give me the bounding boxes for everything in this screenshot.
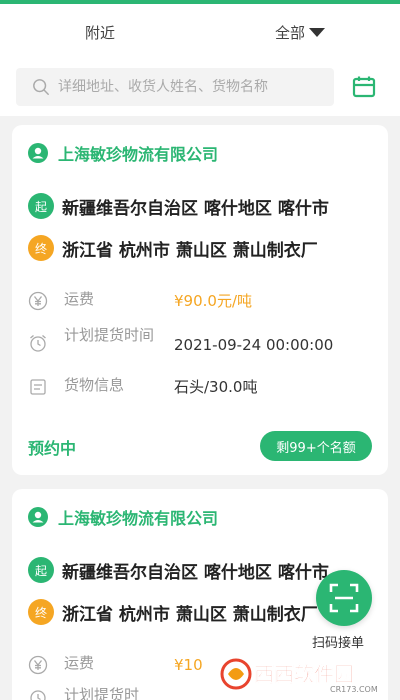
person-icon (28, 507, 48, 527)
person-icon (28, 143, 48, 163)
search-icon (33, 79, 49, 95)
freight-row: 运费 ¥10 (28, 653, 203, 677)
freight-row: 运费 ¥90.0元/吨 (28, 289, 252, 313)
tab-all[interactable]: 全部 (200, 4, 400, 60)
scan-button[interactable] (316, 570, 372, 626)
tab-nearby-label: 附近 (84, 23, 115, 42)
alarm-clock-icon (30, 335, 46, 352)
scan-icon (329, 583, 359, 613)
goods-row: 货物信息 石头/30.0吨 (28, 375, 257, 399)
start-address: 新疆维吾尔自治区 喀什地区 喀什市 (62, 562, 329, 583)
yen-icon (28, 655, 48, 675)
company-row: 上海敏珍物流有限公司 (28, 505, 218, 529)
company-row: 上海敏珍物流有限公司 (28, 141, 218, 165)
company-name: 上海敏珍物流有限公司 (58, 145, 219, 164)
start-address-row: 起 新疆维吾尔自治区 喀什地区 喀什市 (28, 193, 372, 219)
pickup-row: 计划提货时 (28, 685, 164, 700)
svg-text:西西软件园: 西西软件园 (254, 662, 354, 686)
search-row (0, 60, 400, 116)
pickup-label: 计划提货时 (64, 686, 140, 700)
remaining-slots-badge[interactable]: 剩99+个名额 (260, 431, 372, 461)
pickup-value: 2021-09-24 00:00:00 (174, 336, 334, 354)
status-label: 预约中 (28, 439, 77, 458)
end-badge: 终 (28, 235, 54, 261)
goods-label: 货物信息 (64, 376, 125, 394)
pickup-row: 计划提货时间 2021-09-24 00:00:00 (28, 325, 333, 357)
end-address-row: 终 浙江省 杭州市 萧山区 萧山制衣厂 (28, 235, 372, 261)
freight-value: ¥90.0元/吨 (174, 292, 252, 310)
watermark-logo: 西西软件园 CR173.COM (220, 658, 378, 694)
order-card[interactable]: 上海敏珍物流有限公司 起 新疆维吾尔自治区 喀什地区 喀什市 终 浙江省 杭州市… (12, 125, 388, 475)
svg-text:CR173.COM: CR173.COM (330, 685, 378, 694)
start-address-row: 起 新疆维吾尔自治区 喀什地区 喀什市 (28, 557, 372, 583)
freight-label: 运费 (64, 290, 95, 308)
start-address: 新疆维吾尔自治区 喀什地区 喀什市 (62, 198, 329, 219)
start-badge: 起 (28, 557, 54, 583)
start-badge: 起 (28, 193, 54, 219)
caret-down-icon (309, 27, 325, 37)
tab-all-label: 全部 (274, 23, 305, 42)
alarm-clock-icon (30, 690, 46, 700)
end-address: 浙江省 杭州市 萧山区 萧山制衣厂 (62, 240, 318, 261)
tab-nearby[interactable]: 附近 (0, 4, 200, 60)
freight-value: ¥10 (174, 656, 203, 674)
pickup-label: 计划提货时间 (64, 326, 155, 344)
goods-value: 石头/30.0吨 (174, 378, 258, 396)
search-box[interactable] (16, 68, 334, 106)
yen-icon (28, 291, 48, 311)
search-input[interactable] (58, 79, 308, 95)
scan-label: 扫码接单 (312, 636, 365, 651)
end-address: 浙江省 杭州市 萧山区 萧山制衣厂 (62, 604, 318, 625)
calendar-icon[interactable] (352, 75, 376, 99)
company-name: 上海敏珍物流有限公司 (58, 509, 219, 528)
document-icon (30, 379, 46, 395)
freight-label: 运费 (64, 654, 95, 672)
end-badge: 终 (28, 599, 54, 625)
tab-bar: 附近 全部 (0, 4, 400, 64)
